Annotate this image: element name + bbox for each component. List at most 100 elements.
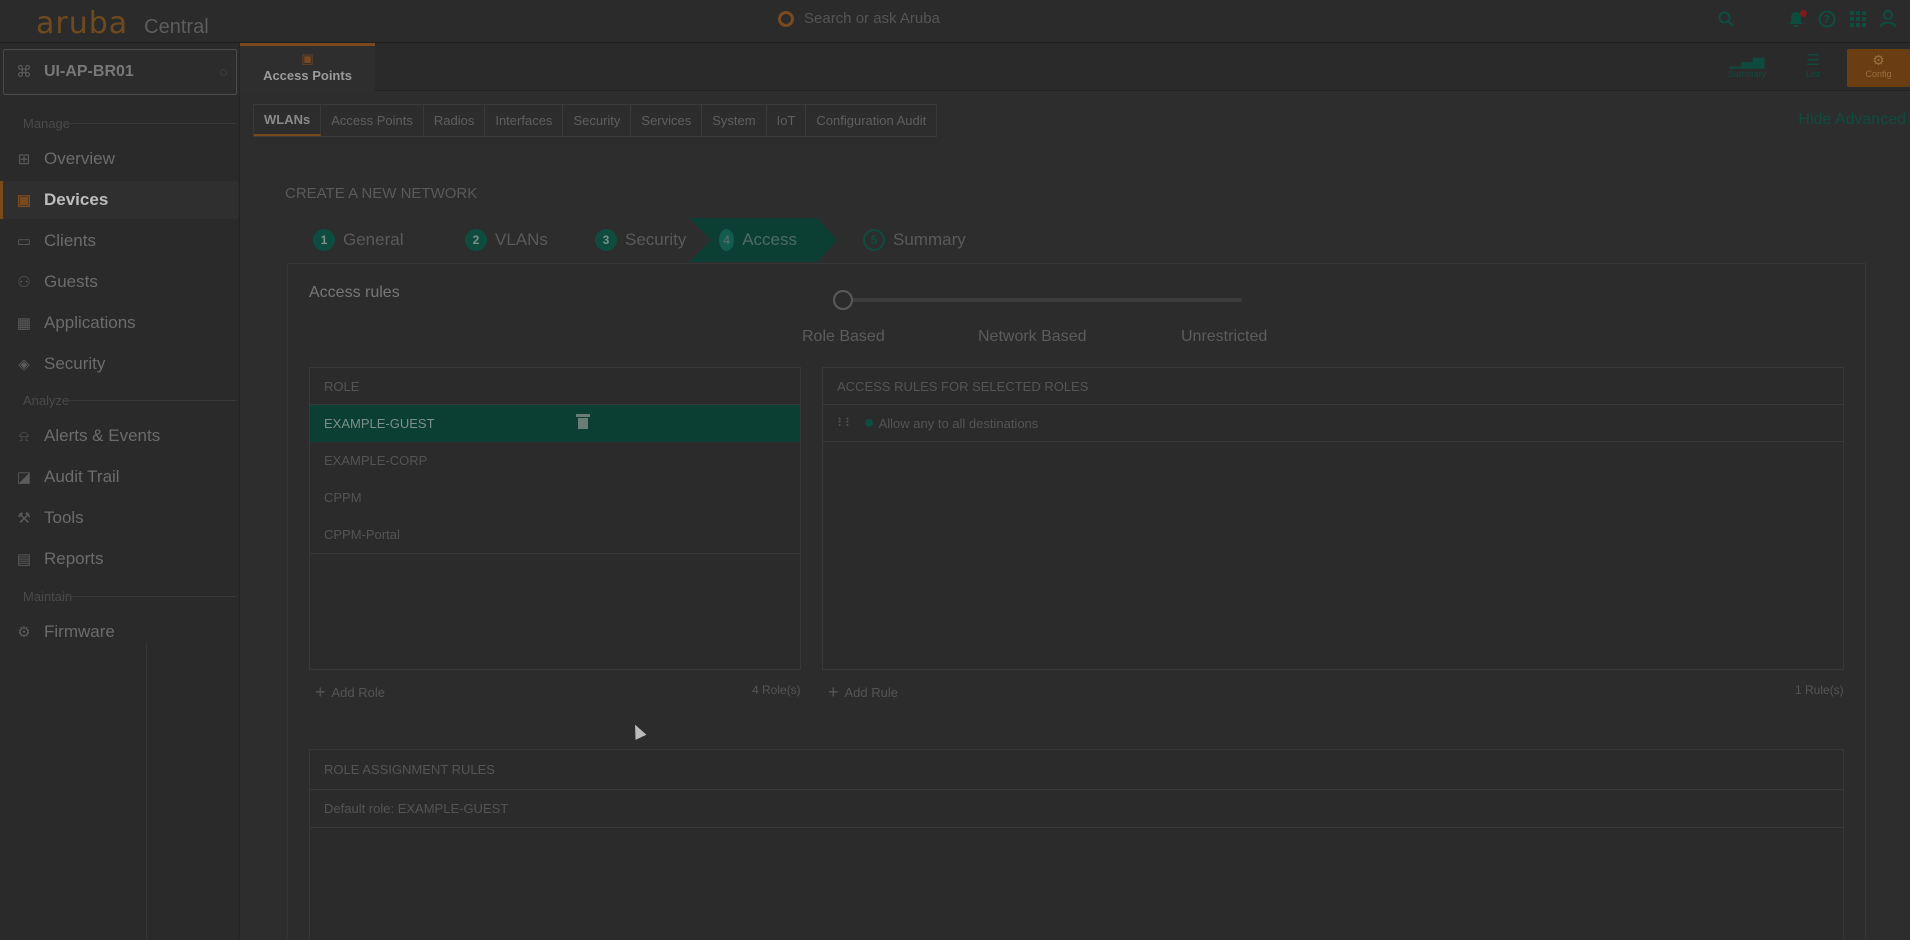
top-icons: ? [1718, 0, 1910, 43]
subtab-configuration-audit[interactable]: Configuration Audit [806, 105, 936, 136]
brand[interactable]: aruba Central [36, 6, 209, 41]
search-logo-icon [778, 10, 794, 27]
bar-chart-icon: ▁▃▅ [1729, 52, 1765, 69]
section-manage: Manage [23, 116, 70, 131]
nav-label: Guests [44, 272, 98, 291]
shield-icon: ◈ [18, 356, 30, 373]
search-icon[interactable] [1718, 11, 1734, 32]
page-title: CREATE A NEW NETWORK [285, 185, 478, 202]
subtab-iot[interactable]: IoT [767, 105, 807, 136]
tab-access-points[interactable]: ▣ Access Points [240, 43, 375, 91]
role-name: EXAMPLE-GUEST [324, 416, 435, 431]
devices-icon: ▣ [16, 192, 32, 209]
rule-row[interactable]: ⠇⠇ Allow any to all destinations [823, 405, 1843, 442]
role-row[interactable]: CPPM-Portal [310, 516, 800, 553]
list-icon: ☰ [1806, 52, 1820, 69]
subtab-wlans[interactable]: WLANs [254, 105, 322, 136]
role-row[interactable]: CPPM [310, 479, 800, 516]
view-label: Config [1865, 69, 1892, 79]
nav-guests[interactable]: ⚇ Guests [0, 263, 238, 301]
nav-audit-trail[interactable]: ◪ Audit Trail [0, 458, 238, 496]
guests-icon: ⚇ [17, 274, 31, 291]
role-row[interactable]: EXAMPLE-GUEST [310, 405, 800, 442]
subtab-radios[interactable]: Radios [424, 105, 486, 136]
step-vlans[interactable]: 2 VLANs [465, 218, 548, 262]
access-slider-track[interactable] [842, 298, 1242, 302]
subtab-services[interactable]: Services [631, 105, 703, 136]
status-dot [864, 419, 873, 427]
divider [64, 123, 236, 124]
drag-handle-icon[interactable]: ⠇⠇ [837, 416, 854, 430]
nav-firmware[interactable]: ⚙ Firmware [0, 613, 238, 651]
nav-label: Devices [44, 190, 109, 209]
refresh-icon[interactable]: ○ [219, 64, 228, 81]
role-name: CPPM [324, 490, 362, 505]
user-icon[interactable] [1880, 10, 1896, 33]
section-analyze: Analyze [23, 393, 70, 408]
summary-view-button[interactable]: ▁▃▅ Summary [1717, 51, 1777, 79]
step-label: General [343, 230, 404, 249]
nav-tools[interactable]: ⚒ Tools [0, 499, 238, 537]
access-slider-handle[interactable] [833, 290, 853, 310]
default-role-row[interactable]: Default role: EXAMPLE-GUEST [310, 790, 1843, 828]
nav-overview[interactable]: ⊞ Overview [0, 140, 238, 178]
role-row[interactable]: EXAMPLE-CORP [310, 442, 800, 479]
view-label: List [1805, 69, 1820, 79]
subtab-interfaces[interactable]: Interfaces [485, 105, 564, 136]
nav-applications[interactable]: ▦ Applications [0, 304, 238, 342]
step-security[interactable]: 3 Security [595, 218, 686, 262]
trash-icon[interactable] [576, 412, 590, 430]
product-name: Central [144, 16, 209, 38]
help-icon[interactable]: ? [1818, 10, 1836, 33]
nav-label: Alerts & Events [44, 426, 161, 445]
nav-label: Firmware [44, 622, 115, 641]
subtab-access-points[interactable]: Access Points [321, 105, 424, 136]
nav-label: Reports [44, 549, 104, 568]
step-general[interactable]: 1 General [313, 218, 403, 262]
divider [64, 596, 236, 597]
option-network-based[interactable]: Network Based [978, 328, 1087, 346]
bell-icon[interactable] [1788, 9, 1807, 33]
nav-label: Overview [44, 149, 115, 168]
subtab-security[interactable]: Security [563, 105, 632, 136]
step-arrow [817, 218, 837, 262]
add-rule-label: Add Rule [844, 685, 898, 700]
add-role-button[interactable]: + Add Role [315, 682, 385, 703]
option-unrestricted[interactable]: Unrestricted [1181, 328, 1267, 346]
step-label: VLANs [495, 230, 548, 249]
config-view-button[interactable]: ⚙ Config [1847, 49, 1910, 87]
wrench-icon: ⚒ [17, 510, 31, 527]
access-point-icon: ⌘ [16, 64, 32, 81]
subtab-system[interactable]: System [702, 105, 767, 136]
access-rules-table: ACCESS RULES FOR SELECTED ROLES ⠇⠇ Allow… [822, 367, 1844, 670]
apps-grid-icon[interactable] [1850, 11, 1866, 32]
list-view-button[interactable]: ☰ List [1783, 51, 1843, 79]
nav-alerts-events[interactable]: ⍾ Alerts & Events [0, 417, 238, 455]
divider [310, 553, 800, 554]
step-summary[interactable]: 5 Summary [863, 218, 966, 262]
option-role-based[interactable]: Role Based [802, 328, 885, 346]
step-number: 2 [465, 229, 487, 251]
nav-clients[interactable]: ▭ Clients [0, 222, 238, 260]
device-selector[interactable]: ⌘ UI-AP-BR01 ○ [3, 49, 237, 95]
add-rule-button[interactable]: + Add Rule [828, 682, 898, 703]
default-role-text: Default role: EXAMPLE-GUEST [324, 801, 509, 816]
device-name: UI-AP-BR01 [44, 63, 134, 80]
roles-header: ROLE [310, 368, 800, 405]
grid-icon: ⊞ [17, 151, 31, 168]
svg-text:?: ? [1824, 13, 1830, 26]
hide-advanced-link[interactable]: Hide Advanced [1798, 111, 1906, 129]
nav-label: Applications [44, 313, 136, 332]
rule-text: Allow any to all destinations [878, 415, 1039, 431]
nav-security[interactable]: ◈ Security [0, 345, 238, 383]
search-input[interactable] [804, 10, 1104, 27]
step-number: 4 [719, 229, 735, 251]
top-bar: aruba Central ? [0, 0, 1910, 43]
aruba-logo: aruba [36, 6, 129, 41]
role-name: EXAMPLE-CORP [324, 453, 428, 468]
nav-reports[interactable]: ▤ Reports [0, 540, 238, 578]
step-arrow-notch [689, 218, 711, 262]
step-number: 1 [313, 229, 335, 251]
nav-devices[interactable]: ▣ Devices [0, 181, 238, 219]
config-subtabs: WLANs Access Points Radios Interfaces Se… [253, 104, 938, 137]
